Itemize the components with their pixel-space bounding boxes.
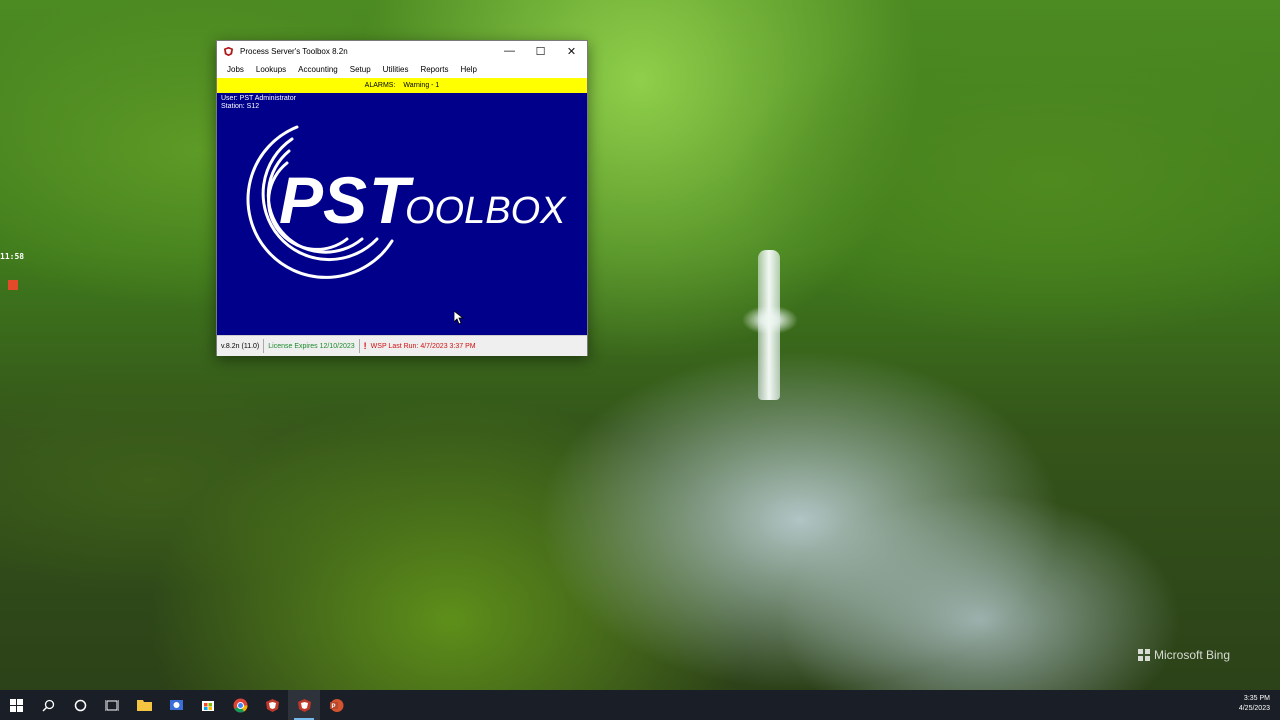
start-button[interactable]	[0, 690, 32, 720]
chrome-icon	[233, 698, 247, 712]
title-bar[interactable]: Process Server's Toolbox 8.2n — ☐ ✕	[217, 41, 587, 61]
cortana-icon	[74, 699, 86, 711]
menu-help[interactable]: Help	[454, 65, 482, 74]
pst-app-icon	[223, 46, 234, 56]
taskbar-app-button[interactable]	[160, 690, 192, 720]
taskbar: P 3:35 PM 4/25/2023	[0, 690, 1280, 720]
side-clock: 11:58	[0, 252, 25, 261]
minimize-button[interactable]: —	[494, 41, 525, 61]
alarms-bar[interactable]: ALARMS: Warning - 1	[217, 78, 587, 93]
search-icon	[41, 699, 54, 712]
menu-utilities[interactable]: Utilities	[377, 65, 415, 74]
maximize-button[interactable]: ☐	[525, 41, 556, 61]
close-icon: ✕	[566, 45, 577, 58]
store-button[interactable]	[192, 690, 224, 720]
bing-watermark: Microsoft Bing	[1138, 648, 1230, 662]
status-wsp[interactable]: ! WSP Last Run: 4/7/2023 3:37 PM	[360, 339, 480, 353]
system-tray-clock[interactable]: 3:35 PM 4/25/2023	[1239, 694, 1270, 714]
microsoft-logo-icon	[1138, 649, 1150, 661]
status-version: v.8.2n (11.0)	[217, 339, 265, 353]
warning-icon: !	[363, 341, 367, 351]
window-title: Process Server's Toolbox 8.2n	[240, 46, 348, 56]
user-info: User: PST Administrator Station: S12	[221, 95, 296, 111]
task-view-icon	[105, 699, 119, 711]
station-line: Station: S12	[221, 103, 260, 110]
status-license: License Expires 12/10/2023	[264, 339, 360, 353]
logo-rest-text: OOLBOX	[405, 190, 567, 232]
menu-jobs[interactable]: Jobs	[221, 65, 250, 74]
store-icon	[202, 701, 214, 711]
menu-accounting[interactable]: Accounting	[292, 65, 344, 74]
mouse-cursor-icon	[454, 311, 464, 325]
powerpoint-icon: P	[329, 698, 343, 712]
pst-icon	[265, 698, 279, 712]
status-wsp-text: WSP Last Run: 4/7/2023 3:37 PM	[370, 342, 476, 350]
main-splash-area: User: PST Administrator Station: S12 PS …	[217, 93, 587, 335]
search-button[interactable]	[32, 690, 64, 720]
file-explorer-button[interactable]	[128, 690, 160, 720]
record-icon[interactable]	[8, 280, 18, 290]
alarms-label: ALARMS:	[364, 82, 396, 89]
pst-button[interactable]	[256, 690, 288, 720]
powerpoint-button[interactable]: P	[320, 690, 352, 720]
minimize-icon: —	[504, 45, 515, 57]
svg-text:P: P	[331, 704, 335, 710]
task-view-button[interactable]	[96, 690, 128, 720]
tray-date: 4/25/2023	[1238, 705, 1270, 712]
menu-bar: Jobs Lookups Accounting Setup Utilities …	[217, 61, 587, 78]
file-explorer-icon	[136, 700, 152, 711]
app-icon	[169, 699, 183, 710]
pst-toolbox-logo: PS T OOLBOX	[246, 125, 567, 279]
pst-toolbox-active-icon	[297, 698, 311, 712]
windows-start-icon	[9, 698, 23, 712]
menu-setup[interactable]: Setup	[344, 65, 377, 74]
alarms-value: Warning - 1	[403, 82, 440, 89]
close-button[interactable]: ✕	[556, 41, 587, 61]
cortana-button[interactable]	[64, 690, 96, 720]
user-line: User: PST Administrator	[221, 95, 296, 102]
menu-reports[interactable]: Reports	[414, 65, 454, 74]
tray-time: 3:35 PM	[1243, 695, 1270, 702]
menu-lookups[interactable]: Lookups	[250, 65, 292, 74]
logo-ps-text: PS	[279, 163, 367, 237]
status-bar: v.8.2n (11.0) License Expires 12/10/2023…	[217, 335, 587, 356]
pst-toolbox-taskbar-button[interactable]	[288, 690, 320, 720]
waterfall-decoration	[758, 250, 780, 400]
bing-credit-text: Microsoft Bing	[1154, 648, 1231, 662]
pst-toolbox-window: Process Server's Toolbox 8.2n — ☐ ✕ Jobs…	[216, 40, 588, 356]
maximize-icon: ☐	[535, 45, 546, 58]
chrome-button[interactable]	[224, 690, 256, 720]
